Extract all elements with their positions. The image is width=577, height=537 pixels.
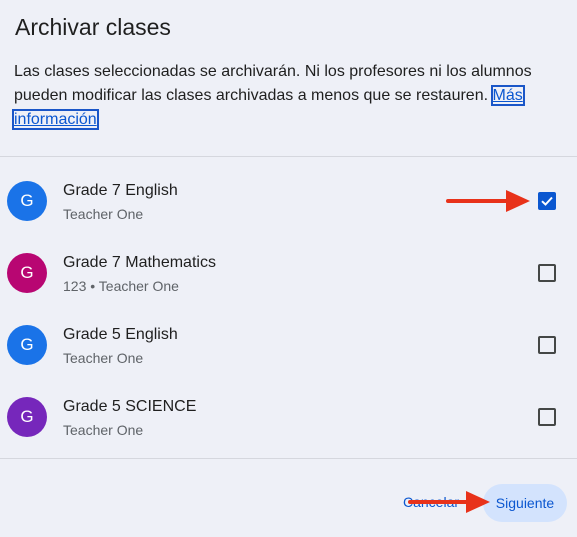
class-subtitle: Teacher One xyxy=(63,422,144,438)
avatar-initial: G xyxy=(20,263,34,282)
avatar-initial: G xyxy=(20,335,34,354)
dialog-title: Archivar clases xyxy=(15,14,171,40)
top-divider xyxy=(0,156,577,157)
class-row-grade-5-english[interactable]: G Grade 5 English Teacher One xyxy=(0,309,577,381)
class-subtitle: 123 • Teacher One xyxy=(63,278,179,294)
avatar-initial: G xyxy=(20,407,34,426)
class-subtitle: Teacher One xyxy=(63,350,144,366)
class-row-grade-5-science[interactable]: G Grade 5 SCIENCE Teacher One xyxy=(0,381,577,453)
class-checkbox[interactable] xyxy=(538,264,556,282)
avatar-initial: G xyxy=(20,191,34,210)
bottom-divider xyxy=(0,458,577,459)
class-name: Grade 5 SCIENCE xyxy=(63,398,197,415)
dialog-description: Las clases seleccionadas se archivarán. … xyxy=(12,60,559,132)
class-avatar: G xyxy=(7,325,47,365)
class-name: Grade 5 English xyxy=(63,326,178,343)
next-button[interactable]: Siguiente xyxy=(483,484,567,522)
class-subtitle: Teacher One xyxy=(63,206,144,222)
class-avatar: G xyxy=(7,181,47,221)
annotation-arrow-icon xyxy=(446,190,530,212)
class-name: Grade 7 Mathematics xyxy=(63,254,216,271)
class-checkbox[interactable] xyxy=(538,336,556,354)
class-checkbox-checked[interactable] xyxy=(538,192,556,210)
class-checkbox[interactable] xyxy=(538,408,556,426)
class-avatar: G xyxy=(7,253,47,293)
class-name: Grade 7 English xyxy=(63,182,178,199)
annotation-arrow-icon xyxy=(408,491,490,513)
checkmark-icon xyxy=(541,196,553,206)
class-row-grade-7-mathematics[interactable]: G Grade 7 Mathematics 123 • Teacher One xyxy=(0,237,577,309)
class-avatar: G xyxy=(7,397,47,437)
description-text: Las clases seleccionadas se archivarán. … xyxy=(14,63,532,104)
